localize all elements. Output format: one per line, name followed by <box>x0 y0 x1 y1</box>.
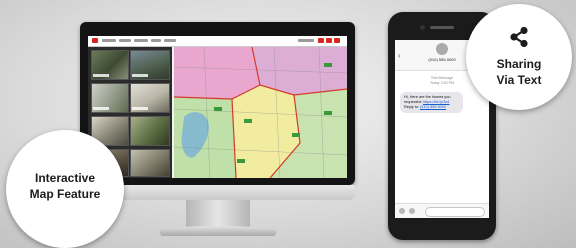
monitor-stand <box>186 200 250 228</box>
menu-item[interactable] <box>134 39 148 42</box>
badge-line1: Sharing <box>496 57 542 71</box>
photo-caption <box>132 107 148 110</box>
apps-button-icon[interactable] <box>409 208 415 214</box>
property-marker[interactable] <box>324 111 332 115</box>
monitor-base <box>160 226 276 236</box>
interactive-map-badge: Interactive Map Feature <box>6 130 124 248</box>
property-marker[interactable] <box>244 119 252 123</box>
message-input[interactable] <box>425 207 485 217</box>
photo-caption <box>93 107 109 110</box>
camera-icon <box>420 25 425 30</box>
menu-item[interactable] <box>151 39 161 42</box>
property-marker[interactable] <box>214 107 222 111</box>
message-link[interactable]: https://bit.ly/3a1 <box>423 100 450 104</box>
menu-item[interactable] <box>119 39 131 42</box>
camera-button-icon[interactable] <box>399 208 405 214</box>
menu-item[interactable] <box>164 39 176 42</box>
app-logo <box>92 38 98 43</box>
badge-line2: Map Feature <box>29 187 101 201</box>
interactive-map[interactable] <box>174 47 347 178</box>
reply-number-link[interactable]: (310) 555-9000 <box>420 105 446 109</box>
toolbar-button[interactable] <box>318 38 324 43</box>
badge-label: Interactive Map Feature <box>6 170 124 202</box>
message-bubble: Hi, Here are the homes you requested: ht… <box>400 92 463 113</box>
listing-photo[interactable] <box>130 116 170 146</box>
property-marker[interactable] <box>292 133 300 137</box>
toolbar-button[interactable] <box>334 38 340 43</box>
message-tail: Reply to: <box>404 105 421 109</box>
app-toolbar <box>88 36 347 47</box>
photo-caption <box>132 74 148 77</box>
property-marker[interactable] <box>237 159 245 163</box>
speaker-grille <box>430 26 454 29</box>
toolbar-button[interactable] <box>326 38 332 43</box>
menu-item[interactable] <box>298 39 314 42</box>
message-input-bar <box>395 203 489 218</box>
menu-item[interactable] <box>102 39 116 42</box>
listing-photo[interactable] <box>130 149 170 177</box>
badge-label: Sharing Via Text <box>466 56 572 88</box>
share-icon <box>510 26 528 48</box>
monitor-screen <box>88 36 347 178</box>
sharing-badge: Sharing Via Text <box>466 4 572 110</box>
property-marker[interactable] <box>324 63 332 67</box>
photo-caption <box>93 74 109 77</box>
badge-line1: Interactive <box>34 171 96 185</box>
badge-line2: Via Text <box>496 73 542 87</box>
map-canvas[interactable] <box>174 47 347 178</box>
avatar[interactable] <box>436 43 448 55</box>
